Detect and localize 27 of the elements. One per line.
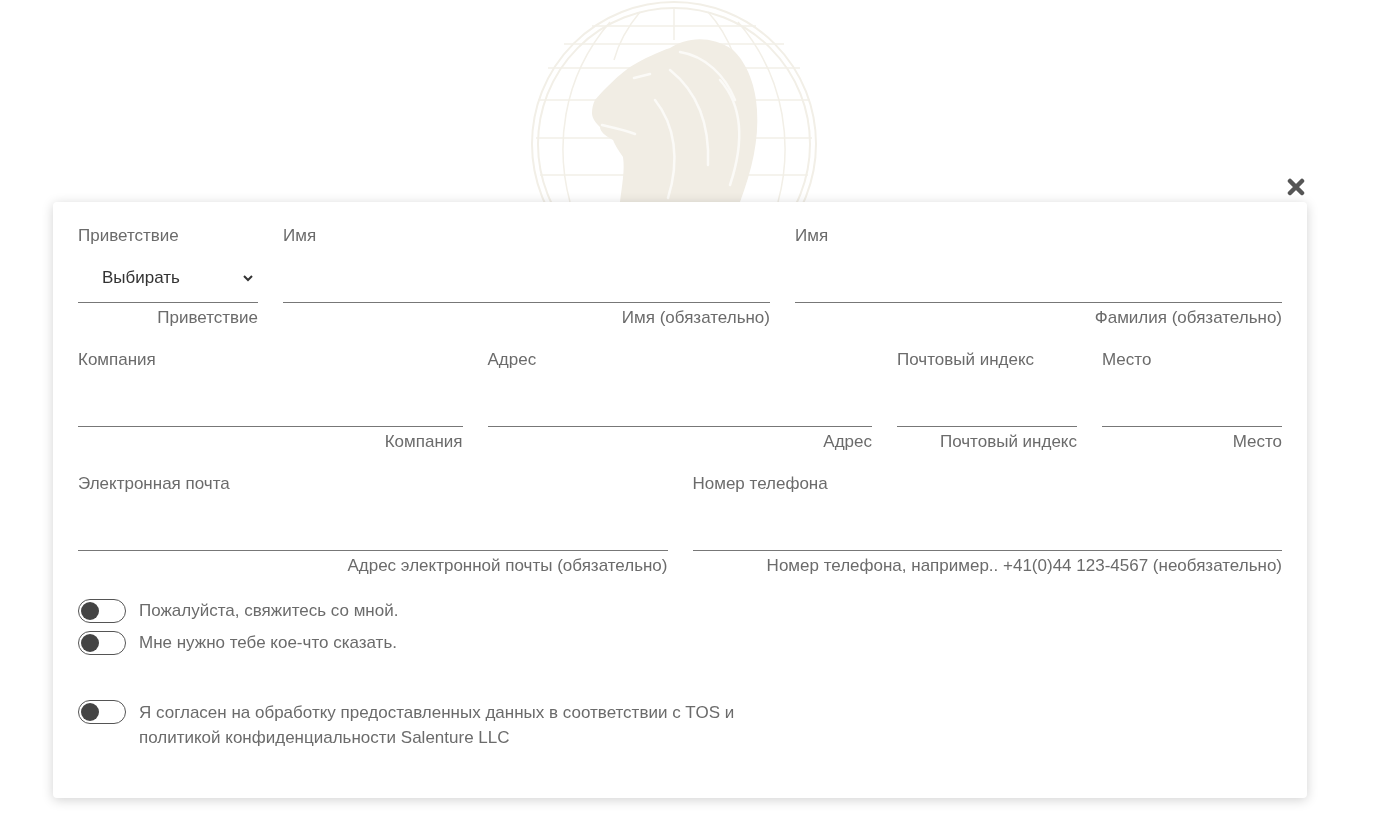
- helper-text: Место: [1232, 432, 1282, 452]
- field-label: Почтовый индекс: [897, 350, 1035, 370]
- field-label: Электронная почта: [78, 474, 230, 494]
- field-label: Имя: [283, 226, 317, 246]
- field-label: Компания: [78, 350, 156, 370]
- field-label: Имя: [795, 226, 829, 246]
- toggle-label: Пожалуйста, свяжитесь со мной.: [139, 600, 399, 622]
- close-icon[interactable]: [1287, 178, 1305, 196]
- field-label: Приветствие: [78, 226, 179, 246]
- helper-text: Фамилия (обязательно): [1094, 308, 1282, 328]
- consent-label: Я согласен на обработку предоставленных данных в соответствии с TOS и политикой конфиденциальности Salenture LLC: [139, 702, 736, 749]
- field-label: Номер телефона: [692, 474, 828, 494]
- helper-text: Имя (обязательно): [621, 308, 770, 328]
- field-label: Адрес: [487, 350, 537, 370]
- salutation-select[interactable]: Выбирать: [78, 246, 258, 303]
- toggle-switch[interactable]: [78, 700, 126, 724]
- helper-text: Компания: [384, 432, 463, 452]
- toggle-switch[interactable]: [78, 599, 126, 623]
- toggle-label: Мне нужно тебе кое-что сказать.: [139, 632, 397, 654]
- field-label: Место: [1102, 350, 1152, 370]
- helper-text: Приветствие: [157, 308, 258, 328]
- helper-text: Номер телефона, например.. +41(0)44 123-4567 (необязательно): [766, 556, 1282, 576]
- helper-text: Почтовый индекс: [939, 432, 1077, 452]
- chevron-down-icon: [243, 274, 253, 282]
- toggle-switch[interactable]: [78, 631, 126, 655]
- helper-text: Адрес: [823, 432, 872, 452]
- helper-text: Адрес электронной почты (обязательно): [347, 556, 668, 576]
